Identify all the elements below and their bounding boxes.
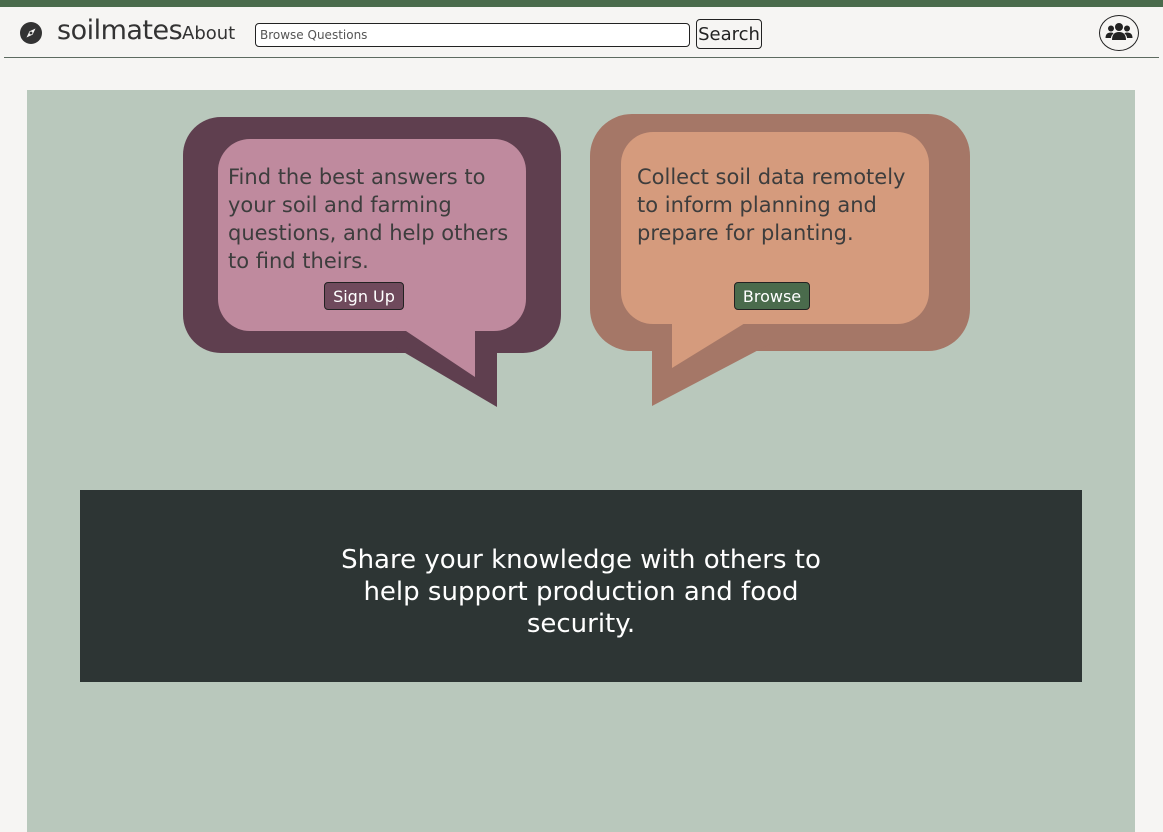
hero-panel: Find the best answers to your soil and f… [27, 90, 1135, 832]
mission-banner: Share your knowledge with others to help… [80, 490, 1082, 682]
brand-name[interactable]: soilmates [57, 15, 183, 46]
profile-button[interactable] [1099, 15, 1139, 51]
signup-speech-bubble: Find the best answers to your soil and f… [183, 117, 563, 409]
banner-text: Share your knowledge with others to help… [341, 545, 821, 639]
browse-speech-bubble: Collect soil data remotely to inform pla… [590, 114, 972, 408]
search-button[interactable]: Search [696, 19, 762, 49]
sign-up-button[interactable]: Sign Up [324, 282, 404, 310]
browse-button[interactable]: Browse [734, 282, 810, 310]
bubble-text: Find the best answers to your soil and f… [228, 165, 509, 273]
compass-icon[interactable] [20, 22, 42, 44]
navbar: soilmates About Search [4, 7, 1159, 58]
users-icon [1105, 21, 1133, 46]
search-input[interactable] [255, 23, 690, 47]
top-accent-strip [0, 0, 1163, 7]
bubble-text: Collect soil data remotely to inform pla… [637, 165, 906, 245]
about-link[interactable]: About [182, 23, 235, 44]
